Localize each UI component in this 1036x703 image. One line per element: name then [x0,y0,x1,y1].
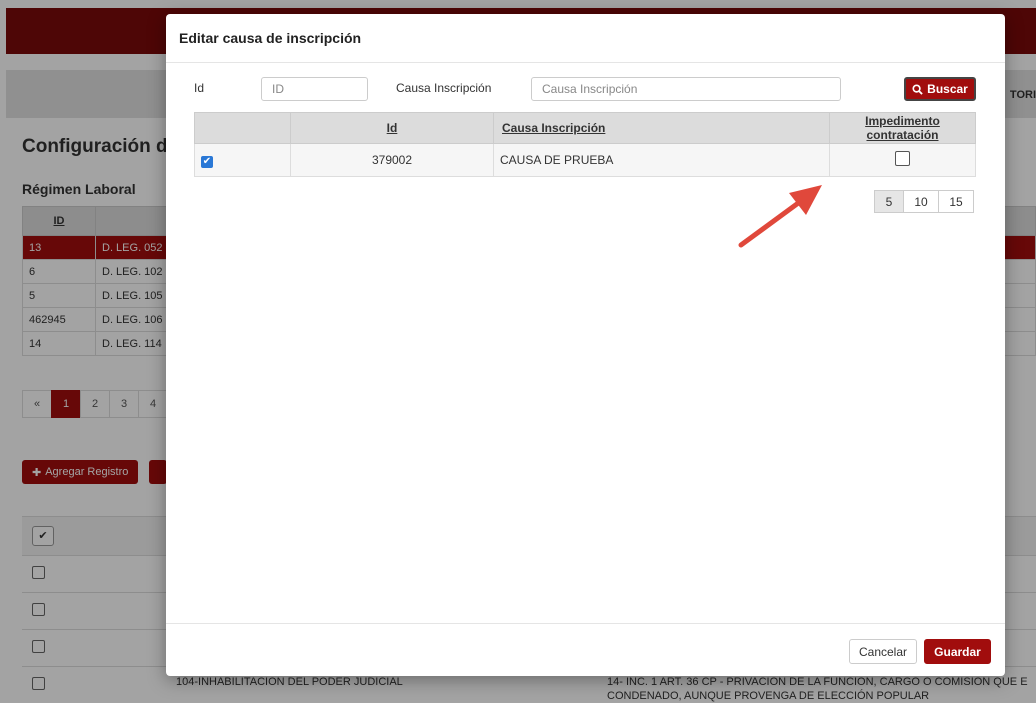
page-size-10[interactable]: 10 [903,190,939,213]
search-icon [912,84,923,95]
save-button[interactable]: Guardar [924,639,991,664]
page-size-selector: 5 10 15 [874,190,973,213]
column-header-id[interactable]: Id [291,113,494,144]
modal-title: Editar causa de inscripción [179,30,361,46]
search-button[interactable]: Buscar [904,77,976,101]
modal-header: Editar causa de inscripción [166,14,1005,63]
row-impedimento-cell [830,144,976,177]
search-button-label: Buscar [927,82,968,96]
edit-cause-modal: Editar causa de inscripción Id Causa Ins… [166,14,1005,676]
row-causa: CAUSA DE PRUEBA [494,144,830,177]
row-select-cell: ✔ [195,144,291,177]
page-size-15[interactable]: 15 [938,190,974,213]
causa-filter-label: Causa Inscripción [396,81,491,95]
table-row[interactable]: ✔ 379002 CAUSA DE PRUEBA [195,144,976,177]
column-header-impedimento[interactable]: Impedimento contratación [830,113,976,144]
id-filter-input[interactable] [261,77,368,101]
causa-filter-input[interactable] [531,77,841,101]
row-select-checkbox[interactable]: ✔ [201,156,213,168]
modal-footer: Cancelar Guardar [166,623,1005,677]
page-size-5[interactable]: 5 [874,190,904,213]
column-header-causa[interactable]: Causa Inscripción [494,113,830,144]
cancel-button[interactable]: Cancelar [849,639,917,664]
annotation-arrow-icon [731,179,831,254]
causes-grid: Id Causa Inscripción Impedimento contrat… [194,112,976,177]
row-id: 379002 [291,144,494,177]
id-filter-label: Id [194,81,204,95]
column-header-select [195,113,291,144]
impedimento-checkbox[interactable] [895,151,910,166]
